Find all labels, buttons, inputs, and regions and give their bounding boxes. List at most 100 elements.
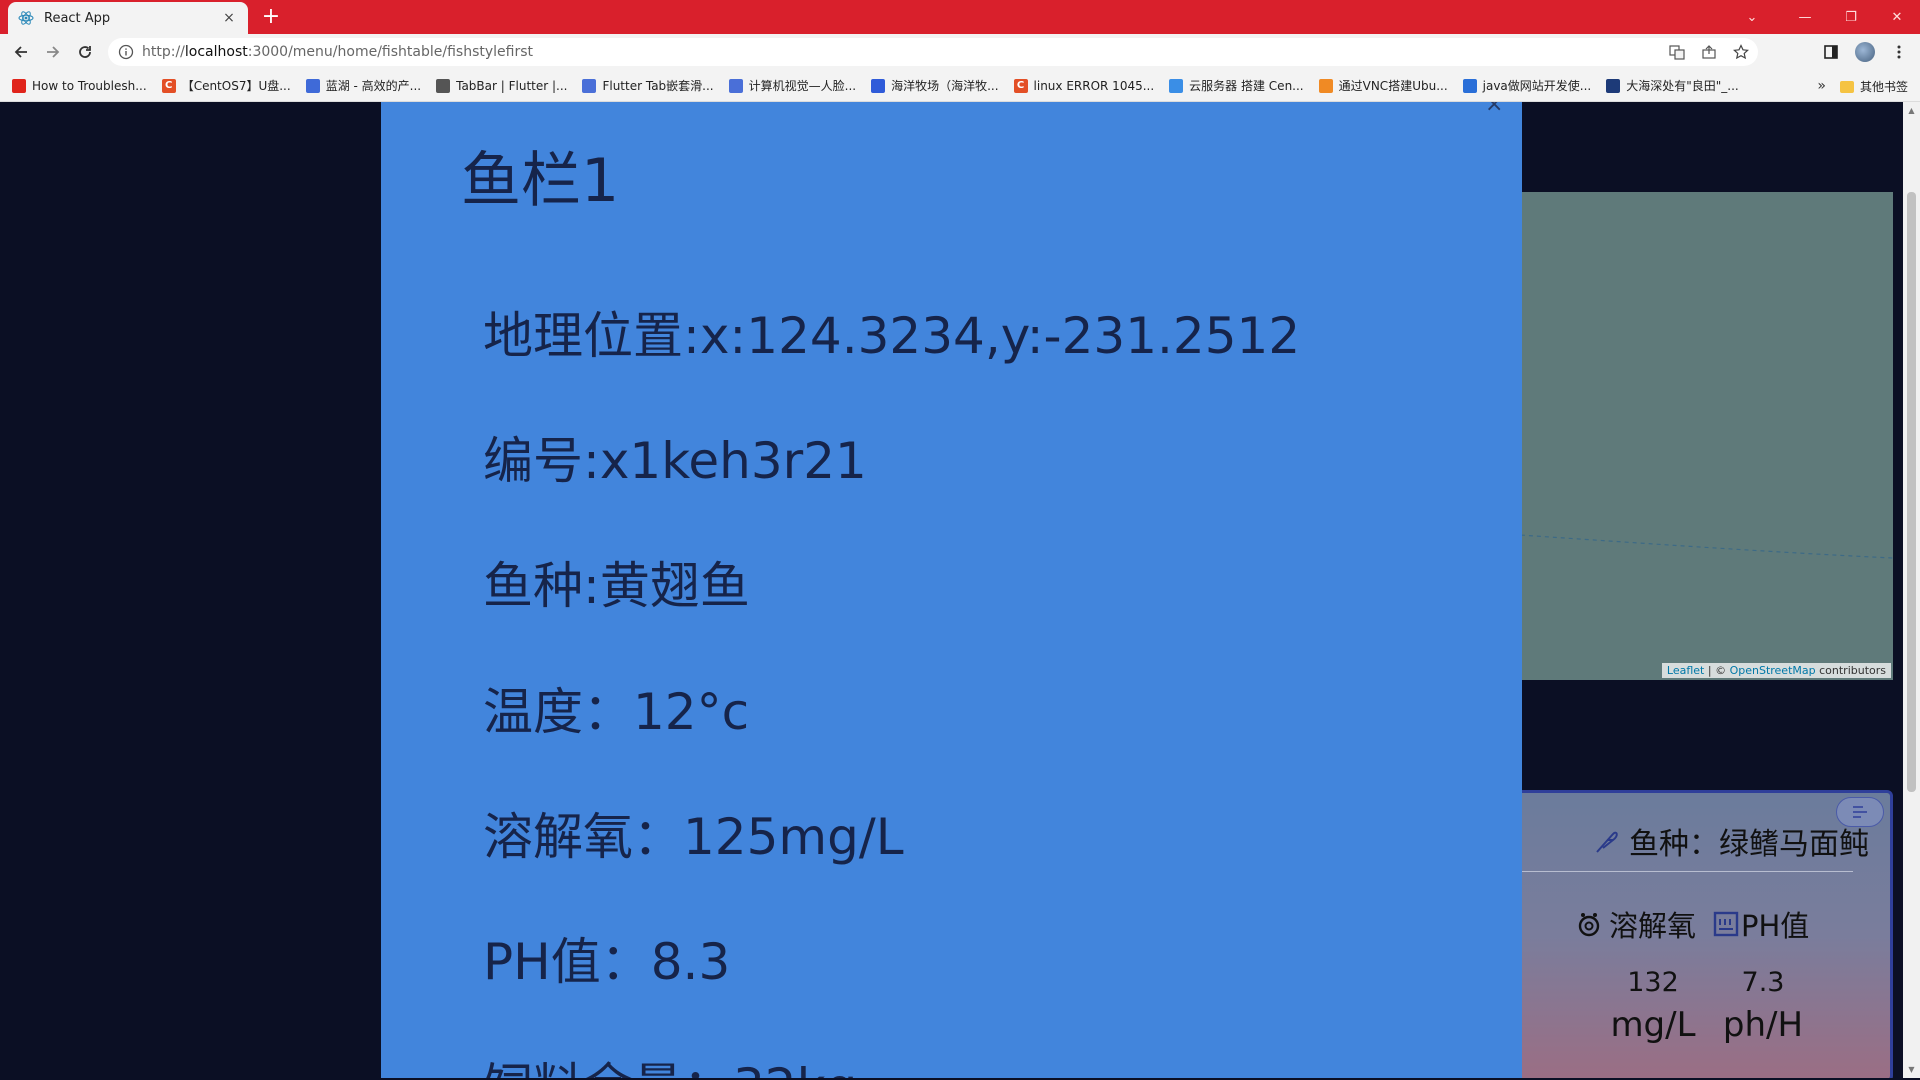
back-arrow-icon[interactable] [8, 39, 34, 65]
card-ph-label: PH值 [1741, 909, 1810, 943]
card-ph-unit: ph/H [1722, 1005, 1804, 1045]
info-dissolved-oxygen: 溶解氧：125mg/L [483, 808, 904, 866]
card-species-text: 鱼种：绿鳍马面鲀 [1629, 827, 1869, 862]
scroll-down-icon[interactable]: ▼ [1903, 1061, 1920, 1078]
fish-pen-card[interactable]: 3 sfsx3 鱼种：绿鳍马面鲀 度 溶解氧 PH值 132 mg/L 7.3 … [1490, 790, 1893, 1078]
bookmark-label: 大海深处有"良田"_... [1626, 79, 1739, 93]
bookmark-favicon-icon [1462, 78, 1477, 93]
other-bookmarks-folder[interactable]: 其他书签 [1839, 78, 1908, 95]
ph-icon [1713, 911, 1739, 937]
bookmark-favicon-icon [1606, 78, 1621, 93]
react-icon [18, 10, 34, 26]
omnibox-actions [1668, 43, 1750, 61]
url-host: localhost [184, 44, 248, 60]
bookmark-favicon-icon [436, 78, 451, 93]
bookmark-label: 【CentOS7】U盘... [181, 79, 291, 93]
fish-pen-detail-modal: × 鱼栏1 地理位置:x:124.3234,y:-231.2512 编号:x1k… [381, 102, 1522, 1078]
restore-button[interactable]: ❐ [1828, 0, 1874, 34]
modal-close-icon[interactable]: × [1485, 102, 1503, 117]
bookmark-item[interactable]: 通过VNC搭建Ubu... [1318, 77, 1448, 94]
bookmark-item[interactable]: TabBar | Flutter |... [436, 78, 568, 93]
card-oxygen-label: 溶解氧 [1609, 909, 1697, 943]
bookmark-label: 海洋牧场（海洋牧... [891, 79, 999, 93]
attribution-separator: | © [1704, 664, 1730, 677]
bookmark-label: Flutter Tab嵌套滑... [602, 79, 714, 93]
bookmark-favicon-icon [12, 78, 26, 93]
bookmark-item[interactable]: Flutter Tab嵌套滑... [582, 77, 714, 94]
scroll-thumb[interactable] [1907, 192, 1916, 792]
bookmark-favicon-icon [728, 78, 743, 93]
bookmark-label: 计算机视觉—人脸... [748, 79, 857, 93]
profile-avatar[interactable] [1854, 39, 1876, 65]
card-oxygen-unit: mg/L [1610, 1005, 1696, 1045]
bookmark-item[interactable]: Clinux ERROR 1045... [1013, 78, 1155, 93]
avatar-image [1855, 42, 1875, 62]
map[interactable]: Leaflet | © OpenStreetMap contributors [1505, 192, 1893, 680]
bookmark-favicon-icon [871, 78, 886, 93]
info-temperature: 温度：12°c [483, 683, 750, 741]
forward-arrow-icon[interactable] [40, 39, 66, 65]
card-ph-value: 7.3 [1741, 967, 1785, 998]
attribution-suffix: contributors [1815, 664, 1886, 677]
scroll-up-icon[interactable]: ▲ [1903, 102, 1920, 119]
site-info-icon[interactable] [118, 44, 134, 60]
bookmark-item[interactable]: 蓝湖 - 高效的产... [305, 77, 422, 94]
card-species: 鱼种：绿鳍马面鲀 [1591, 819, 1869, 863]
side-panel-icon[interactable] [1820, 39, 1842, 65]
bookmark-favicon-icon: C [1013, 78, 1028, 93]
info-location: 地理位置:x:124.3234,y:-231.2512 [483, 307, 1301, 365]
kebab-menu-icon[interactable] [1888, 39, 1910, 65]
url-text: http://localhost:3000/menu/home/fishtabl… [142, 44, 533, 60]
url-scheme: http:// [142, 44, 185, 60]
translate-icon[interactable] [1668, 43, 1686, 61]
bookmark-label: TabBar | Flutter |... [456, 78, 568, 93]
map-route-lines [1505, 533, 1893, 680]
bookmark-favicon-icon [305, 78, 320, 93]
bookmark-item[interactable]: How to Troublesh... [12, 78, 147, 93]
minimize-button[interactable]: — [1782, 0, 1828, 34]
bookmark-star-icon[interactable] [1732, 43, 1750, 61]
bookmark-label: 蓝湖 - 高效的产... [325, 79, 422, 93]
modal-title: 鱼栏1 [461, 146, 620, 216]
bookmark-item[interactable]: 大海深处有"良田"_... [1606, 77, 1739, 94]
bookmark-favicon-icon: C [161, 78, 176, 93]
leaflet-link[interactable]: Leaflet [1667, 664, 1704, 677]
openstreetmap-link[interactable]: OpenStreetMap [1730, 664, 1816, 677]
browser-tab-strip: React App × + ⌄ — ❐ ✕ [0, 0, 1920, 34]
bookmark-item[interactable]: 云服务器 搭建 Cen... [1169, 77, 1304, 94]
bookmark-label: How to Troublesh... [32, 78, 147, 93]
bookmark-item[interactable]: C 【CentOS7】U盘... [161, 77, 291, 94]
address-bar[interactable]: http://localhost:3000/menu/home/fishtabl… [108, 38, 1758, 66]
bookmark-item[interactable]: java做网站开发使... [1462, 77, 1592, 94]
url-path: :3000/menu/home/fishtable/fishstylefirst [247, 44, 533, 60]
menu-lines-icon [1853, 806, 1867, 818]
bookmark-label: linux ERROR 1045... [1033, 78, 1155, 93]
share-icon[interactable] [1700, 43, 1718, 61]
bookmark-label: 通过VNC搭建Ubu... [1338, 79, 1448, 93]
bookmark-item[interactable]: 计算机视觉—人脸... [728, 77, 857, 94]
bookmarks-overflow-icon[interactable]: » [1817, 78, 1826, 94]
folder-icon [1839, 80, 1854, 93]
reload-icon[interactable] [72, 39, 98, 65]
bookmark-item[interactable]: 海洋牧场（海洋牧... [871, 77, 999, 94]
feather-icon [1596, 831, 1618, 853]
bookmark-favicon-icon [582, 78, 597, 93]
toolbar-right [1820, 39, 1910, 65]
bookmark-favicon-icon [1169, 78, 1184, 93]
bookmarks-bar: How to Troublesh... C 【CentOS7】U盘... 蓝湖 - 高… [0, 70, 1920, 102]
browser-tab[interactable]: React App × [8, 2, 248, 34]
browser-toolbar: http://localhost:3000/menu/home/fishtabl… [0, 34, 1920, 70]
page-scrollbar[interactable]: ▲ ▼ [1903, 102, 1920, 1078]
tab-search-icon[interactable]: ⌄ [1732, 0, 1772, 34]
new-tab-button[interactable]: + [258, 4, 284, 30]
info-id: 编号:x1keh3r21 [483, 432, 867, 490]
info-ph: PH值：8.3 [483, 933, 731, 991]
page-viewport: Leaflet | © OpenStreetMap contributors 3… [0, 102, 1920, 1078]
info-feed-remaining: 饲料余量：32kg [483, 1047, 857, 1078]
bookmark-label: java做网站开发使... [1482, 79, 1592, 93]
card-oxygen-metric: 溶解氧 [1575, 903, 1696, 945]
close-window-button[interactable]: ✕ [1874, 0, 1920, 34]
tab-close-icon[interactable]: × [220, 10, 238, 26]
oxygen-icon [1578, 913, 1600, 937]
info-species: 鱼种:黄翅鱼 [483, 557, 750, 615]
